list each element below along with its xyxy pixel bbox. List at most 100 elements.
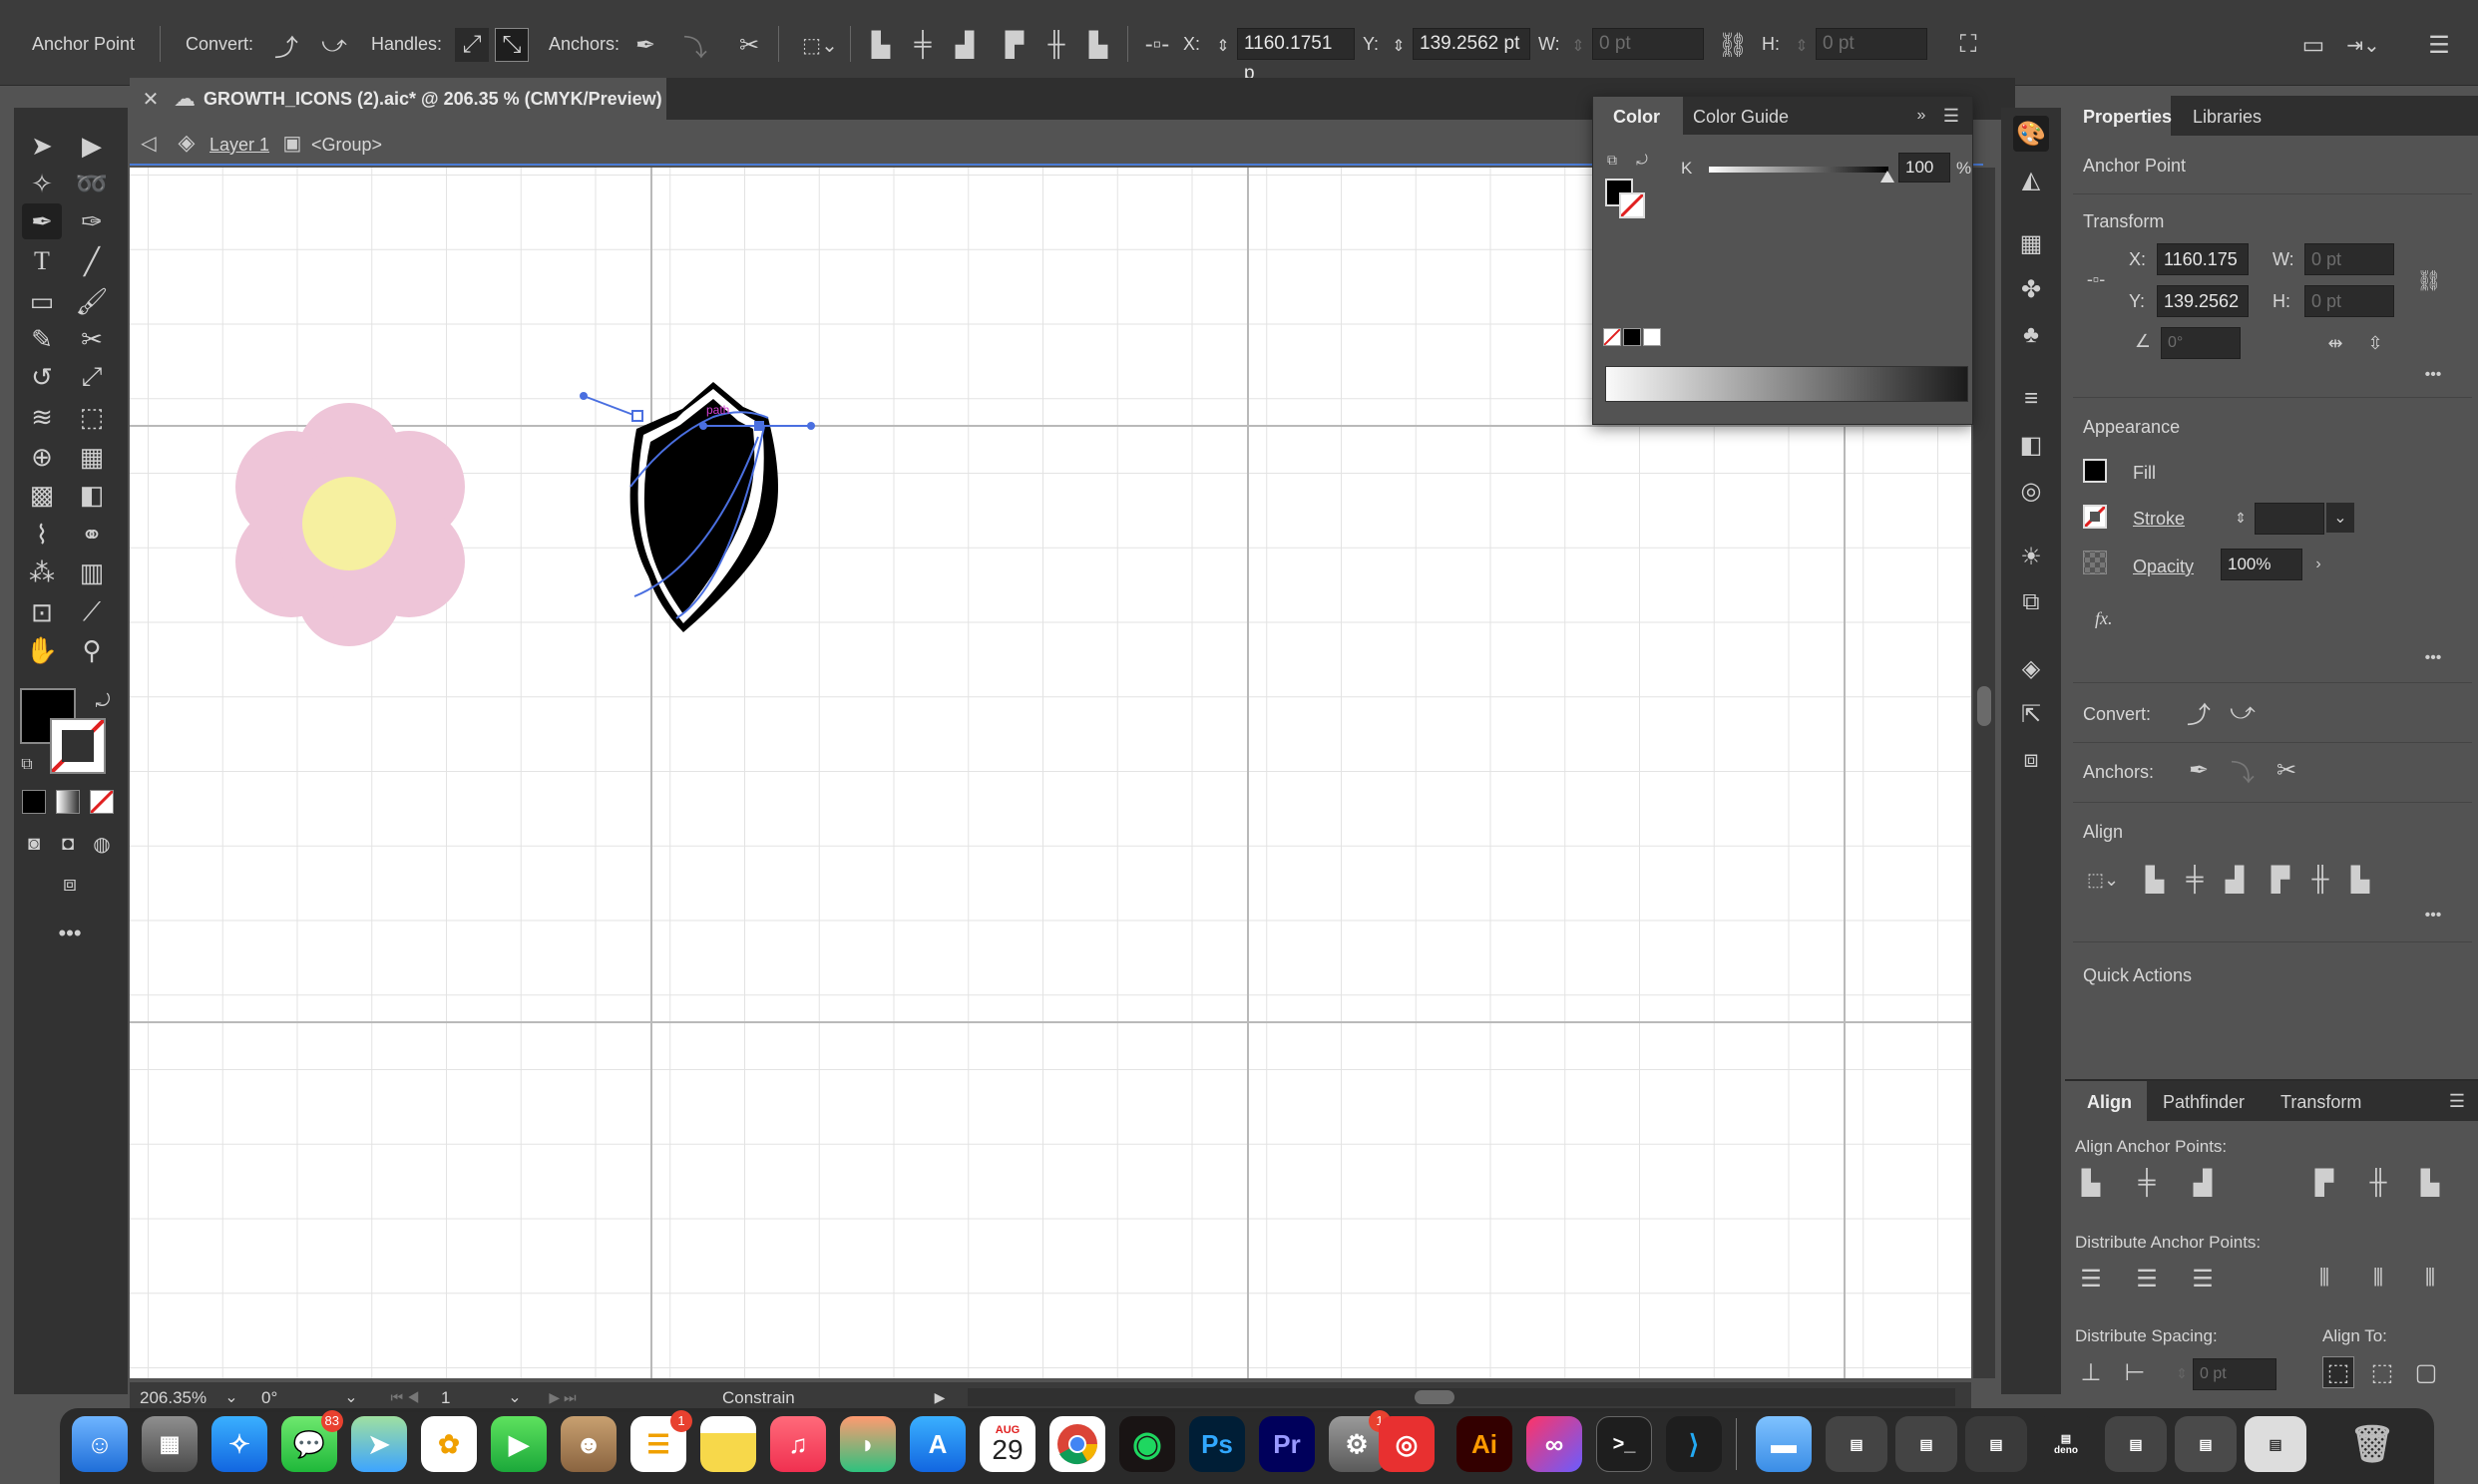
swatches-icon[interactable]: ▦ (2013, 225, 2049, 261)
k-slider[interactable] (1709, 167, 1888, 173)
anchor-align-left-icon[interactable]: ▙ (2075, 1167, 2107, 1199)
window-thumb-6[interactable]: ▤ (2175, 1416, 2237, 1472)
distribute-top-icon[interactable]: ☰ (2075, 1263, 2107, 1295)
artboard-number[interactable]: 1 (441, 1388, 450, 1408)
align-bottom-icon[interactable]: ▙ (1081, 28, 1115, 62)
close-tab-icon[interactable]: ✕ (136, 82, 166, 116)
props-x-input[interactable]: 1160.175 (2157, 243, 2249, 275)
symbols-icon[interactable]: ♣ (2013, 317, 2049, 353)
transform-more-icon[interactable]: ••• (2416, 361, 2450, 389)
fill-label[interactable]: Fill (2133, 463, 2156, 484)
props-align-vcenter-icon[interactable]: ╫ (2304, 864, 2336, 896)
align-more-icon[interactable]: ••• (2416, 902, 2450, 929)
distribute-left-icon[interactable]: ⦀ (2308, 1263, 2340, 1295)
horizontal-scroll-thumb[interactable] (1415, 1390, 1454, 1404)
x-input[interactable]: 1160.1751 p (1237, 28, 1355, 84)
swap-fill-stroke-icon[interactable]: ⤾ (90, 688, 116, 714)
arrange-documents-icon[interactable]: ▭ (2296, 28, 2330, 62)
align-vcenter-icon[interactable]: ╫ (1039, 28, 1073, 62)
props-align-left-icon[interactable]: ▙ (2139, 864, 2171, 896)
shape-builder-tool-icon[interactable]: ⊕ (22, 439, 62, 475)
edit-toolbar-icon[interactable]: ••• (50, 916, 90, 951)
tab-libraries[interactable]: Libraries (2193, 107, 2262, 128)
distribute-vcenter-icon[interactable]: ☰ (2131, 1263, 2163, 1295)
props-remove-anchor-icon[interactable]: ✒ (2183, 754, 2215, 786)
window-thumb-1[interactable]: ▤ (1826, 1416, 1887, 1472)
type-tool-icon[interactable]: T (22, 243, 62, 279)
rotate-tool-icon[interactable]: ↺ (22, 359, 62, 395)
spacing-input[interactable]: 0 pt (2193, 1358, 2276, 1390)
shield-artwork[interactable] (580, 382, 815, 632)
color-spectrum[interactable] (1605, 366, 1968, 402)
y-input[interactable]: 139.2562 pt (1413, 28, 1530, 60)
eyedropper-tool-icon[interactable]: ⌇ (22, 517, 62, 553)
column-graph-tool-icon[interactable]: ▥ (72, 555, 112, 590)
exit-isolation-icon[interactable]: ◁ (134, 128, 164, 158)
stroke-stepper-icon[interactable]: ⇕ (2231, 503, 2251, 533)
illustrator-icon[interactable]: Ai (1456, 1416, 1512, 1472)
color-mode-icon[interactable] (22, 790, 46, 814)
default-fill-stroke-icon[interactable]: ⧉ (14, 752, 40, 778)
shaper-tool-icon[interactable]: ✎ (22, 321, 62, 357)
align-panel-menu-icon[interactable]: ☰ (2444, 1087, 2470, 1115)
flower-artwork[interactable] (235, 403, 465, 646)
hand-tool-icon[interactable]: ✋ (22, 632, 62, 668)
anchor-align-bottom-icon[interactable]: ▙ (2414, 1167, 2446, 1199)
system-settings-icon[interactable]: ⚙ 1 (1329, 1410, 1391, 1472)
screen-mode-icon[interactable]: ⧈ (50, 866, 90, 902)
distribute-vertical-space-icon[interactable]: ⊥ (2075, 1356, 2107, 1388)
props-w-input[interactable]: 0 pt (2304, 243, 2394, 275)
opacity-arrow-icon[interactable]: › (2308, 551, 2328, 578)
distribute-hcenter-icon[interactable]: ⦀ (2362, 1263, 2394, 1295)
w-stepper-icon[interactable]: ⇕ (1568, 30, 1588, 62)
w-input[interactable]: 0 pt (1592, 28, 1704, 60)
terminal-icon[interactable]: >_ (1596, 1416, 1652, 1472)
props-align-to-icon[interactable]: ⬚⌄ (2081, 864, 2125, 896)
color-panel-menu-icon[interactable]: ☰ (1938, 103, 1964, 129)
gradient-tool-icon[interactable]: ◧ (72, 477, 112, 513)
graphic-styles-icon[interactable]: ⧉ (2013, 584, 2049, 620)
k-value-input[interactable]: 100 (1898, 153, 1950, 183)
vertical-scroll-thumb[interactable] (1977, 686, 1991, 726)
default-colors-icon[interactable]: ⧉ (1601, 149, 1623, 171)
none-mode-icon[interactable] (89, 789, 115, 815)
color-stroke-swatch[interactable] (1619, 192, 1645, 218)
document-tab[interactable]: ✕ ☁ GROWTH_ICONS (2).aic* @ 206.35 % (CM… (130, 78, 666, 120)
free-transform-tool-icon[interactable]: ⬚ (72, 399, 112, 435)
tab-transform[interactable]: Transform (2280, 1092, 2361, 1113)
breadcrumb-layer[interactable]: Layer 1 (209, 135, 269, 156)
flip-horizontal-icon[interactable]: ⇹ (2320, 329, 2350, 357)
draw-inside-icon[interactable]: ◍ (82, 826, 122, 862)
k-slider-thumb[interactable] (1880, 171, 1894, 183)
slice-tool-icon[interactable]: ⟋ (72, 594, 112, 630)
tab-color[interactable]: Color (1613, 107, 1660, 128)
anchor-align-vcenter-icon[interactable]: ╫ (2362, 1167, 2394, 1199)
safari-icon[interactable]: ✧ (211, 1416, 267, 1472)
blend-tool-icon[interactable]: ⚭ (72, 517, 112, 553)
status-menu-icon[interactable]: ▶ (930, 1384, 950, 1410)
anchor-align-right-icon[interactable]: ▟ (2187, 1167, 2219, 1199)
tab-align[interactable]: Align (2087, 1092, 2132, 1113)
color-guide-icon[interactable]: ◭ (2013, 162, 2049, 197)
props-align-hcenter-icon[interactable]: ╪ (2179, 864, 2211, 896)
align-hcenter-icon[interactable]: ╪ (906, 28, 940, 62)
reference-point-icon[interactable]: -▫- (1137, 28, 1177, 62)
anchor-align-top-icon[interactable]: ▛ (2308, 1167, 2340, 1199)
constrain-proportions-icon[interactable]: ⛓ (1716, 28, 1750, 62)
props-align-top-icon[interactable]: ▛ (2265, 864, 2296, 896)
h-stepper-icon[interactable]: ⇕ (1792, 30, 1812, 62)
spacing-stepper-icon[interactable]: ⇕ (2173, 1358, 2191, 1388)
stroke-swatch[interactable] (50, 718, 106, 774)
asset-export-icon[interactable]: ⇱ (2013, 696, 2049, 732)
props-h-input[interactable]: 0 pt (2304, 285, 2394, 317)
vertical-scrollbar[interactable] (1973, 168, 1995, 1378)
gradient-mode-icon[interactable] (56, 790, 80, 814)
props-y-input[interactable]: 139.2562 (2157, 285, 2249, 317)
scale-tool-icon[interactable]: ⤢ (72, 359, 112, 395)
symbol-sprayer-tool-icon[interactable]: ⁂ (22, 555, 62, 590)
zoom-tool-icon[interactable]: ⚲ (72, 632, 112, 668)
reminders-icon[interactable]: ☰ 1 (630, 1410, 692, 1472)
anchor-align-hcenter-icon[interactable]: ╪ (2131, 1167, 2163, 1199)
convert-corner-icon[interactable]: ⤴ (269, 28, 303, 62)
artboard-prev-icon[interactable]: ⏮ ◀ (375, 1384, 435, 1410)
